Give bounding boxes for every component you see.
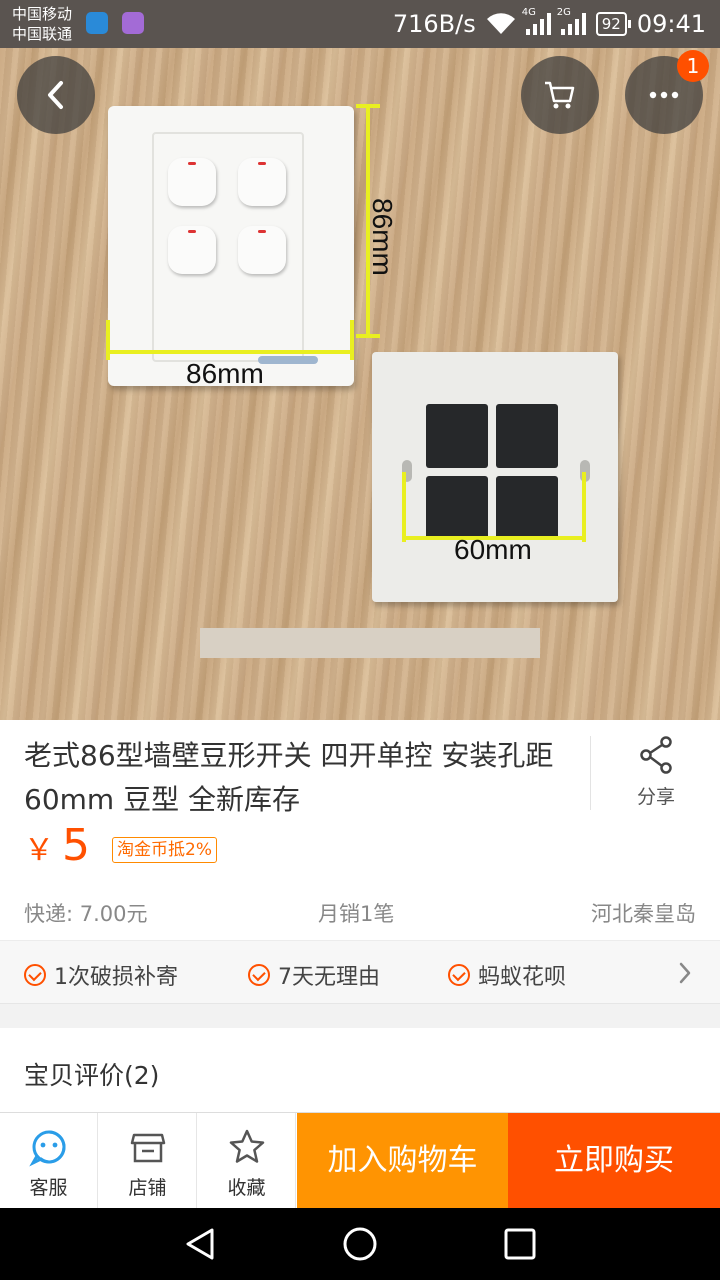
height-label: 86mm [367,198,398,276]
customer-service-icon [28,1130,65,1167]
brand-logo [258,356,318,364]
switch-key [238,158,286,206]
status-bar: 中国移动 中国联通 716B/s 4G 2G 92 09:41 [0,0,720,48]
service-label: 1次破损补寄 [54,965,178,990]
clock: 09:41 [636,10,706,38]
more-dots-icon [649,91,679,99]
wifi-icon [486,13,515,34]
service-item: 7天无理由 [248,959,380,991]
monthly-sales: 月销1笔 [318,902,395,926]
switch-front-plate [108,106,354,386]
system-nav-bar [0,1208,720,1280]
cart-button[interactable] [521,56,599,134]
action-bar: 客服 店铺 收藏 加入购物车 立即购买 [0,1112,720,1209]
nav-recents-icon[interactable] [502,1226,538,1262]
nav-back-icon[interactable] [182,1226,218,1262]
chevron-left-icon [48,81,63,109]
width-label: 86mm [186,358,264,389]
back-button[interactable] [17,56,95,134]
service-label: 蚂蚁花呗 [478,965,567,990]
share-icon [640,736,672,774]
shipping-fee: 快递: 7.00元 [24,902,148,926]
product-info: 老式86型墙壁豆形开关 四开单控 安装孔距60mm 豆型 全新库存 分享 ￥ 5… [0,720,720,940]
check-circle-icon [448,964,470,986]
service-item: 1次破损补寄 [24,959,178,991]
width-dimension-line [108,350,352,354]
nav-home-icon[interactable] [342,1226,378,1262]
product-image[interactable]: 86mm 86mm 60mm [0,48,720,720]
switch-key [168,226,216,274]
share-button[interactable]: 分享 [612,736,700,809]
notification-badge: 1 [677,50,709,82]
service-guarantees[interactable]: 1次破损补寄 7天无理由 蚂蚁花呗 [0,940,720,1004]
carrier-1: 中国移动 [12,5,73,23]
carrier-2: 中国联通 [12,25,73,43]
currency-symbol: ￥ [24,833,54,868]
star-icon [229,1129,264,1163]
shop-button[interactable]: 店铺 [99,1113,197,1209]
price-value: 5 [62,820,90,871]
signal-4g-icon: 4G [522,7,551,35]
product-title: 老式86型墙壁豆形开关 四开单控 安装孔距60mm 豆型 全新库存 [24,739,554,816]
switch-key [238,226,286,274]
cart-icon [545,81,575,109]
shop-icon [130,1133,165,1163]
battery-icon: 92 [595,12,631,36]
service-item: 蚂蚁花呗 [448,959,566,991]
net-speed: 716B/s [392,10,476,38]
service-label: 7天无理由 [278,965,380,990]
check-circle-icon [248,964,270,986]
customer-service-label: 客服 [29,1177,68,1199]
check-circle-icon [24,964,46,986]
signal-2g-label: 2G [556,7,571,18]
favorite-label: 收藏 [227,1177,266,1199]
favorite-button[interactable]: 收藏 [198,1113,296,1209]
chevron-right-icon [679,962,691,984]
signal-2g-icon: 2G [557,7,586,35]
more-button[interactable]: 1 [625,50,709,134]
message-app-icon [86,12,108,34]
reviews-section[interactable]: 宝贝评价(2) [0,1028,720,1112]
share-label: 分享 [636,786,675,808]
customer-service-button[interactable]: 客服 [0,1113,98,1209]
coin-discount-tag: 淘金币抵2% [112,837,217,863]
switch-key [168,158,216,206]
carrier-info: 中国移动 中国联通 [12,4,72,44]
reviews-heading: 宝贝评价(2) [24,1061,160,1090]
hole-spacing-label: 60mm [454,534,532,565]
battery-level: 92 [601,15,621,33]
ship-from-location: 河北秦皇岛 [591,902,696,926]
buy-now-button[interactable]: 立即购买 [508,1113,720,1209]
add-to-cart-button[interactable]: 加入购物车 [297,1113,508,1209]
gallery-app-icon [122,12,144,34]
divider [590,736,591,810]
shop-label: 店铺 [128,1177,167,1199]
signal-4g-label: 4G [521,7,536,18]
price: ￥ 5 [24,820,90,871]
